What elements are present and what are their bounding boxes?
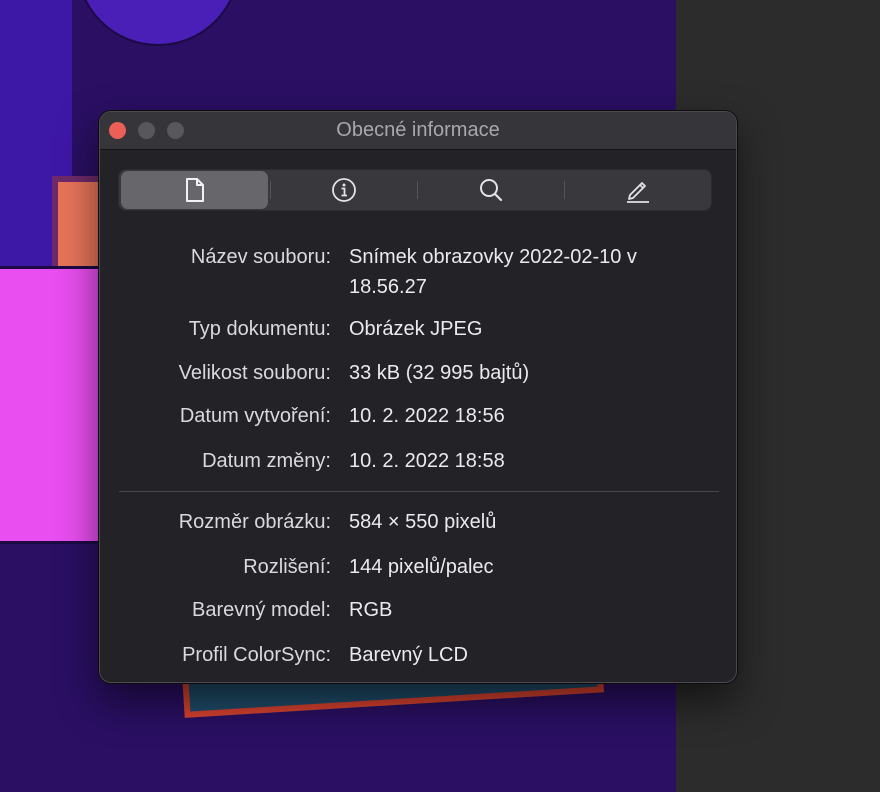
created-label: Datum vytvoření:: [179, 405, 331, 427]
inspector-tabs: [118, 169, 712, 211]
created-value: 10. 2. 2022 18:56: [349, 405, 505, 427]
dimensions-value: 584 × 550 pixelů: [349, 511, 497, 533]
dimensions-label: Rozměr obrázku:: [178, 511, 331, 533]
tab-more-info[interactable]: [270, 171, 417, 209]
file-size-value: 33 kB (32 995 bajtů): [349, 362, 530, 384]
colorsync-profile-label: Profil ColorSync:: [182, 644, 331, 666]
title-bar[interactable]: Obecné informace: [100, 112, 736, 150]
document-type-value: Obrázek JPEG: [349, 318, 483, 340]
modified-value: 10. 2. 2022 18:58: [349, 450, 505, 472]
tab-general-info[interactable]: [121, 171, 268, 209]
section-divider: [119, 491, 719, 492]
color-model-value: RGB: [349, 599, 393, 621]
tab-keywords[interactable]: [417, 171, 564, 209]
color-model-label: Barevný model:: [192, 599, 331, 621]
file-name-label: Název souboru:: [190, 246, 331, 268]
modified-label: Datum změny:: [202, 450, 331, 472]
magnifier-icon: [478, 177, 504, 203]
document-type-label: Typ dokumentu:: [188, 318, 331, 340]
file-size-label: Velikost souboru:: [178, 362, 331, 384]
wallpaper-shape: [76, 0, 240, 46]
pencil-icon: [624, 176, 652, 204]
document-icon: [184, 177, 206, 203]
colorsync-profile-value: Barevný LCD: [349, 644, 468, 666]
resolution-value: 144 pixelů/palec: [349, 556, 494, 578]
resolution-label: Rozlišení:: [243, 556, 331, 578]
info-icon: [331, 177, 357, 203]
wallpaper-shape: [0, 266, 104, 544]
file-name-value: Snímek obrazovky 2022-02-10 v 18.56.27: [349, 246, 637, 298]
window-title: Obecné informace: [336, 119, 500, 141]
info-window: Obecné informace Název souboru: Snímek o…: [99, 111, 737, 683]
tab-annotations[interactable]: [564, 171, 711, 209]
